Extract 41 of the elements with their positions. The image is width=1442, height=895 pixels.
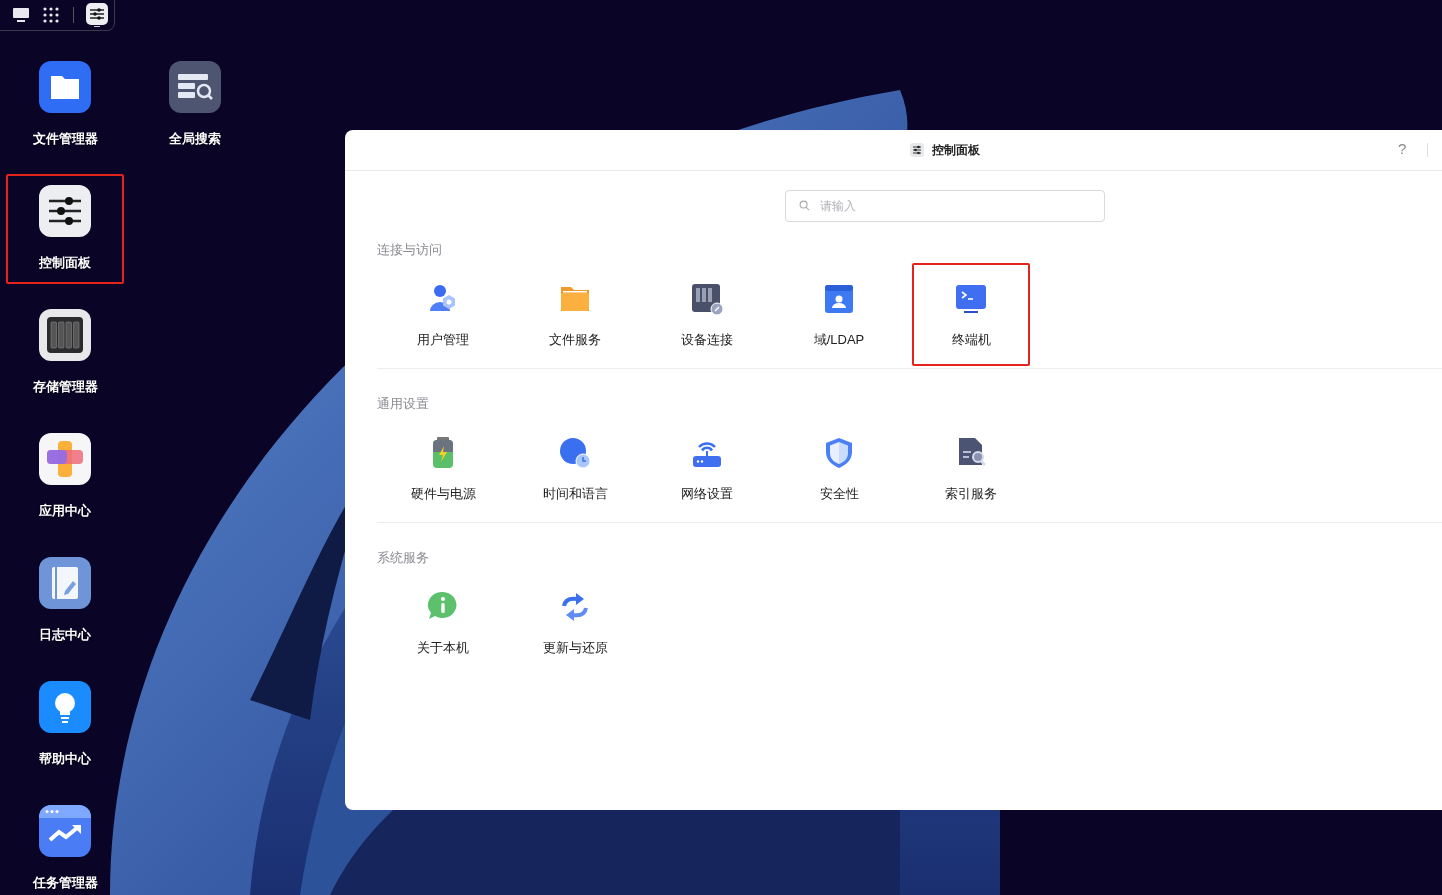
search-field[interactable]: 请输入 (785, 190, 1105, 222)
settings-item[interactable]: 文件服务 (516, 263, 634, 366)
section-title: 通用设置 (377, 395, 430, 413)
settings-item[interactable]: 更新与还原 (516, 571, 634, 674)
app-blocks-icon (39, 433, 91, 485)
desktop-shortcut[interactable]: 文件管理器 (6, 50, 124, 160)
desktop-shortcut[interactable]: 应用中心 (6, 422, 124, 532)
sliders-icon[interactable] (86, 3, 108, 27)
settings-item[interactable]: 硬件与电源 (384, 417, 502, 520)
monitor-icon[interactable] (13, 8, 29, 22)
section-title: 系统服务 (377, 549, 430, 567)
settings-item[interactable]: 安全性 (780, 417, 898, 520)
drive-bays-icon (39, 309, 91, 361)
search-icon (799, 200, 810, 211)
settings-item[interactable]: 域/LDAP (780, 263, 898, 366)
lightbulb-icon (39, 681, 91, 733)
globe-clock-icon (557, 435, 593, 471)
sliders-icon (910, 143, 924, 157)
notebook-pen-icon (39, 557, 91, 609)
settings-item[interactable]: 时间和语言 (516, 417, 634, 520)
help-button[interactable]: ? (1394, 140, 1411, 157)
window-title: 控制面板 (932, 141, 980, 159)
settings-item[interactable]: 设备连接 (648, 263, 766, 366)
settings-item[interactable]: 索引服务 (912, 417, 1030, 520)
desktop-shortcut[interactable]: 任务管理器 (6, 794, 124, 895)
server-link-icon (689, 281, 725, 317)
desktop-shortcut[interactable]: 帮助中心 (6, 670, 124, 780)
desktop-shortcut[interactable]: 存储管理器 (6, 298, 124, 408)
folder-icon (39, 61, 91, 113)
desktop-shortcut[interactable]: 全局搜索 (136, 50, 254, 160)
search-list-icon (169, 61, 221, 113)
desktop-shortcut[interactable]: 日志中心 (6, 546, 124, 656)
settings-item[interactable]: 用户管理 (384, 263, 502, 366)
settings-item[interactable]: 终端机 (912, 263, 1030, 366)
app-grid-icon[interactable] (43, 7, 59, 23)
settings-item[interactable]: 网络设置 (648, 417, 766, 520)
desktop-shortcut[interactable]: 控制面板 (6, 174, 124, 284)
section-title: 连接与访问 (377, 241, 443, 259)
sliders-icon (39, 185, 91, 237)
trend-chart-icon (39, 805, 91, 857)
settings-item[interactable]: 关于本机 (384, 571, 502, 674)
